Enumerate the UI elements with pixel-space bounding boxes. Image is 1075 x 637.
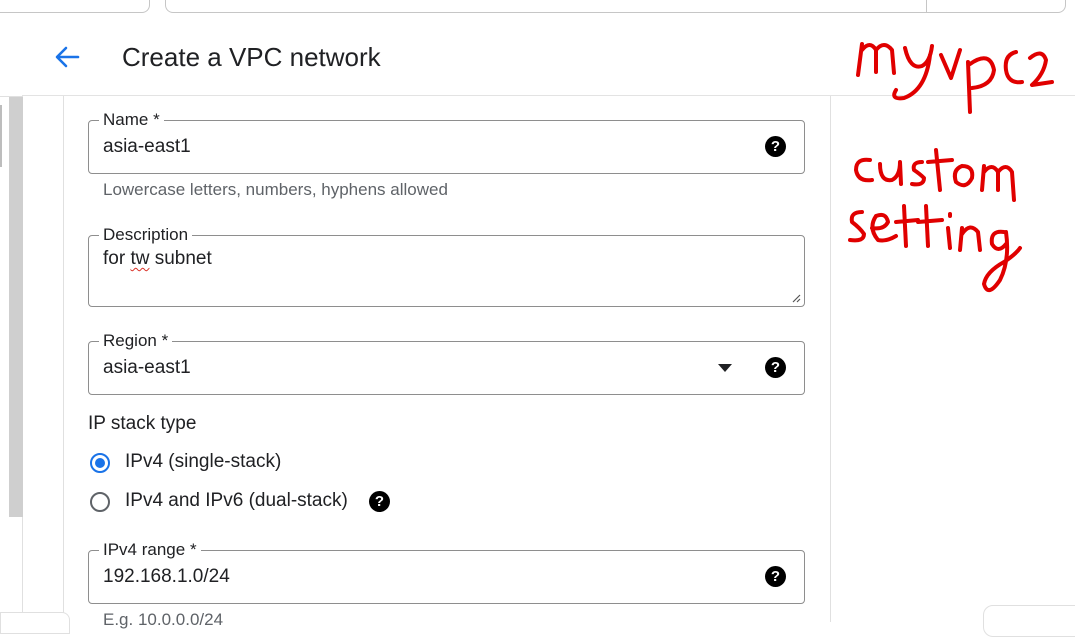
radio-ipv4-single[interactable]: IPv4 (single-stack) [90,450,340,480]
ipv4-range-value: 192.168.1.0/24 [103,566,230,587]
bottom-left-panel [0,612,70,634]
page-header: Create a VPC network [22,20,1075,96]
browser-top-strip [0,0,1075,20]
arrow-back-icon[interactable] [52,42,82,72]
help-icon[interactable]: ? [765,566,786,587]
help-icon[interactable]: ? [369,491,390,512]
help-icon[interactable]: ? [765,136,786,157]
name-label: Name * [99,110,164,130]
radio-label: IPv4 (single-stack) [125,451,282,472]
description-label: Description [99,225,193,245]
address-divider [926,0,927,12]
radio-unselected-icon[interactable] [90,492,110,512]
radio-ipv4-ipv6-dual[interactable]: IPv4 and IPv6 (dual-stack) [90,489,380,519]
ipv4-range-field[interactable]: IPv4 range * 192.168.1.0/24 ? [88,540,805,604]
dropdown-arrow-icon[interactable] [718,364,732,372]
radio-label: IPv4 and IPv6 (dual-stack) [125,490,348,511]
ipv4-range-hint: E.g. 10.0.0.0/24 [103,610,224,629]
ip-stack-heading: IP stack type [88,413,197,434]
browser-address-area[interactable] [165,0,1066,13]
description-field[interactable]: Description for tw subnet [88,225,805,307]
region-label: Region * [99,331,173,351]
left-panel-edge [0,105,2,167]
region-select[interactable]: Region * asia-east1 ? [88,331,805,395]
radio-selected-icon[interactable] [90,453,110,473]
resize-handle-icon[interactable] [791,293,801,303]
bottom-right-button[interactable] [983,605,1075,637]
page-title: Create a VPC network [122,42,381,72]
left-scrollbar[interactable] [9,97,23,517]
name-field[interactable]: Name * asia-east1 ? [88,110,805,174]
browser-tab-left[interactable] [0,0,150,13]
misspelled-word: tw [130,248,150,269]
name-hint: Lowercase letters, numbers, hyphens allo… [103,180,448,199]
description-value: for tw subnet [103,248,212,269]
form-panel: Name * asia-east1 ? Lowercase letters, n… [63,96,831,629]
region-value: asia-east1 [103,357,191,378]
ipv4-range-label: IPv4 range * [99,540,201,560]
name-value: asia-east1 [103,136,191,157]
help-icon[interactable]: ? [765,357,786,378]
